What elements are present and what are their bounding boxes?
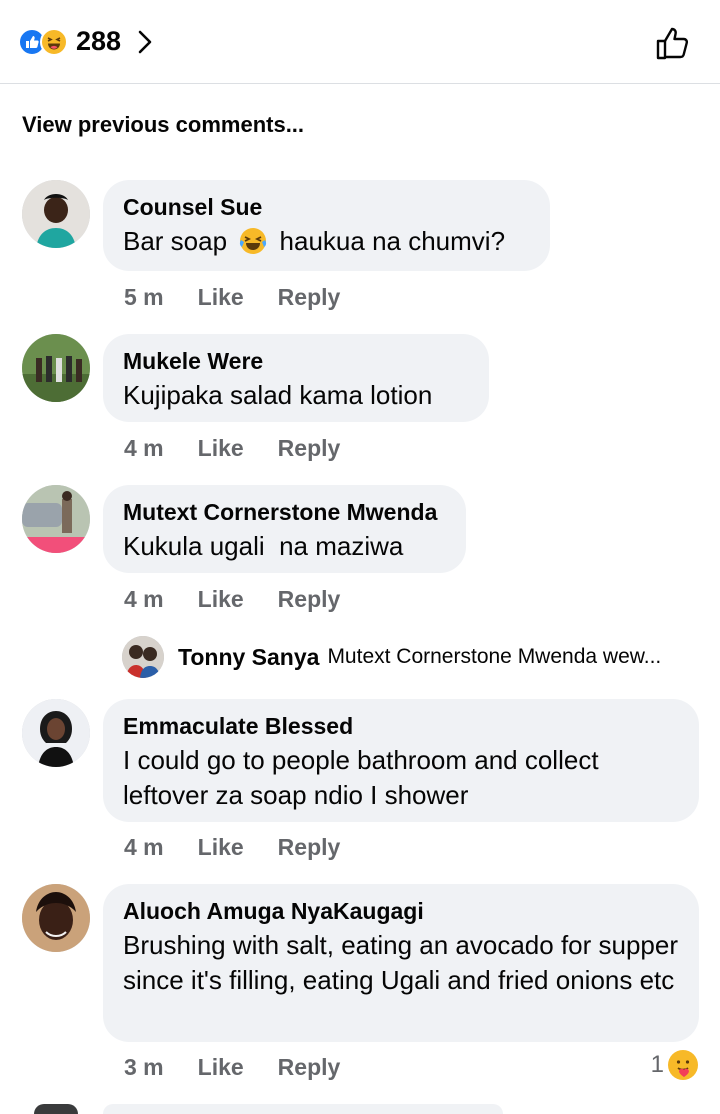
reply-button[interactable]: Reply <box>278 586 341 613</box>
avatar[interactable] <box>22 884 90 952</box>
comment-text-part: Bar soap <box>123 226 228 256</box>
comment-time: 4 m <box>124 834 164 860</box>
comment-reaction-count[interactable]: 1 <box>651 1050 698 1080</box>
comment-text: Bar soap haukua na chumvi? <box>123 224 530 265</box>
avatar[interactable] <box>22 485 90 553</box>
avatar[interactable] <box>122 636 164 678</box>
comment-bubble: Emmaculate Blessed I could go to people … <box>103 699 699 822</box>
comment-actions: 4 m Like Reply <box>124 834 374 861</box>
comment-actions: 3 m Like Reply <box>124 1054 374 1081</box>
like-button[interactable]: Like <box>198 435 244 462</box>
comment-text: Kujipaka salad kama lotion <box>123 380 433 410</box>
reply-button[interactable]: Reply <box>278 1054 341 1081</box>
next-avatar-edge <box>34 1104 78 1114</box>
reactions-bar: 288 <box>0 0 720 84</box>
comment-text: Kukula ugali na maziwa <box>123 531 404 561</box>
comment-text-part: haukua na chumvi? <box>279 226 506 256</box>
comment-author[interactable]: Mukele Were <box>123 348 469 374</box>
comment-time: 4 m <box>124 435 164 461</box>
like-button[interactable]: Like <box>198 834 244 861</box>
comment-bubble: Counsel Sue Bar soap haukua na chumvi? <box>103 180 550 271</box>
comment-text: Brushing with salt, eating an avocado fo… <box>123 930 679 995</box>
comment-time: 3 m <box>124 1054 164 1080</box>
next-comment-edge <box>103 1104 503 1114</box>
thumbs-up-icon <box>656 27 689 60</box>
avatar[interactable] <box>22 180 90 248</box>
comment-author[interactable]: Aluoch Amuga NyaKaugagi <box>123 898 679 924</box>
comment-bubble: Mutext Cornerstone Mwenda Kukula ugali n… <box>103 485 466 573</box>
chevron-right-icon[interactable] <box>135 28 155 56</box>
like-post-button[interactable] <box>654 24 692 62</box>
reply-button[interactable]: Reply <box>278 435 341 462</box>
haha-icon <box>40 27 68 56</box>
reply-preview[interactable]: Tonny Sanya Mutext Cornerstone Mwenda we… <box>122 636 661 678</box>
view-previous-comments-link[interactable]: View previous comments... <box>22 112 304 138</box>
comment-time: 4 m <box>124 586 164 612</box>
comment-author[interactable]: Counsel Sue <box>123 194 530 220</box>
reply-author[interactable]: Tonny Sanya <box>178 644 319 671</box>
comment-actions: 5 m Like Reply <box>124 284 374 311</box>
avatar[interactable] <box>22 699 90 767</box>
like-button[interactable]: Like <box>198 586 244 613</box>
comment-bubble: Mukele Were Kujipaka salad kama lotion <box>103 334 489 422</box>
comment-actions: 4 m Like Reply <box>124 586 374 613</box>
reply-button[interactable]: Reply <box>278 834 341 861</box>
reaction-count-number: 1 <box>650 1051 664 1078</box>
comment-time: 5 m <box>124 284 164 310</box>
comment-bubble: Aluoch Amuga NyaKaugagi Brushing with sa… <box>103 884 699 1042</box>
like-button[interactable]: Like <box>198 284 244 311</box>
reactions-summary[interactable]: 288 <box>18 26 155 57</box>
comment-author[interactable]: Mutext Cornerstone Mwenda <box>123 499 446 525</box>
avatar[interactable] <box>22 334 90 402</box>
reply-text: Mutext Cornerstone Mwenda wew... <box>327 645 662 668</box>
comment-actions: 4 m Like Reply <box>124 435 374 462</box>
reaction-count: 288 <box>76 26 122 56</box>
laughing-tears-emoji-icon <box>238 226 268 265</box>
like-button[interactable]: Like <box>198 1054 244 1081</box>
reply-button[interactable]: Reply <box>278 284 341 311</box>
comment-text: I could go to people bathroom and collec… <box>123 745 599 810</box>
care-icon <box>668 1050 698 1080</box>
comment-author[interactable]: Emmaculate Blessed <box>123 713 679 739</box>
